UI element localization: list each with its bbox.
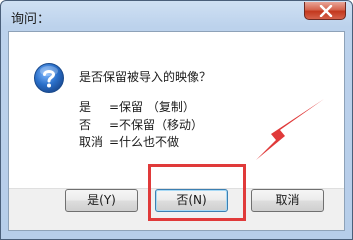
option-desc: =不保留（移动）	[109, 118, 204, 132]
option-yes: 是 =保留 （复制）	[79, 98, 195, 115]
option-key: 取消	[79, 135, 104, 149]
option-desc: =什么也不做	[109, 135, 180, 149]
cancel-button[interactable]: 取消	[251, 189, 324, 212]
option-cancel: 取消 =什么也不做	[79, 133, 179, 150]
yes-button[interactable]: 是(Y)	[65, 189, 138, 212]
question-icon	[34, 63, 64, 93]
option-key: 是	[79, 100, 92, 114]
option-desc: =保留 （复制）	[109, 100, 195, 114]
option-key: 否	[79, 118, 92, 132]
annotation-highlight-box	[148, 164, 246, 221]
dialog-title: 询问：	[11, 12, 51, 27]
red-arrow-icon	[256, 99, 324, 160]
question-text: 是否保留被导入的映像？	[79, 70, 212, 84]
option-no: 否 =不保留（移动）	[79, 116, 203, 133]
title-bar[interactable]: 询问：	[1, 1, 352, 31]
close-icon	[319, 5, 333, 17]
close-button[interactable]	[304, 2, 346, 20]
